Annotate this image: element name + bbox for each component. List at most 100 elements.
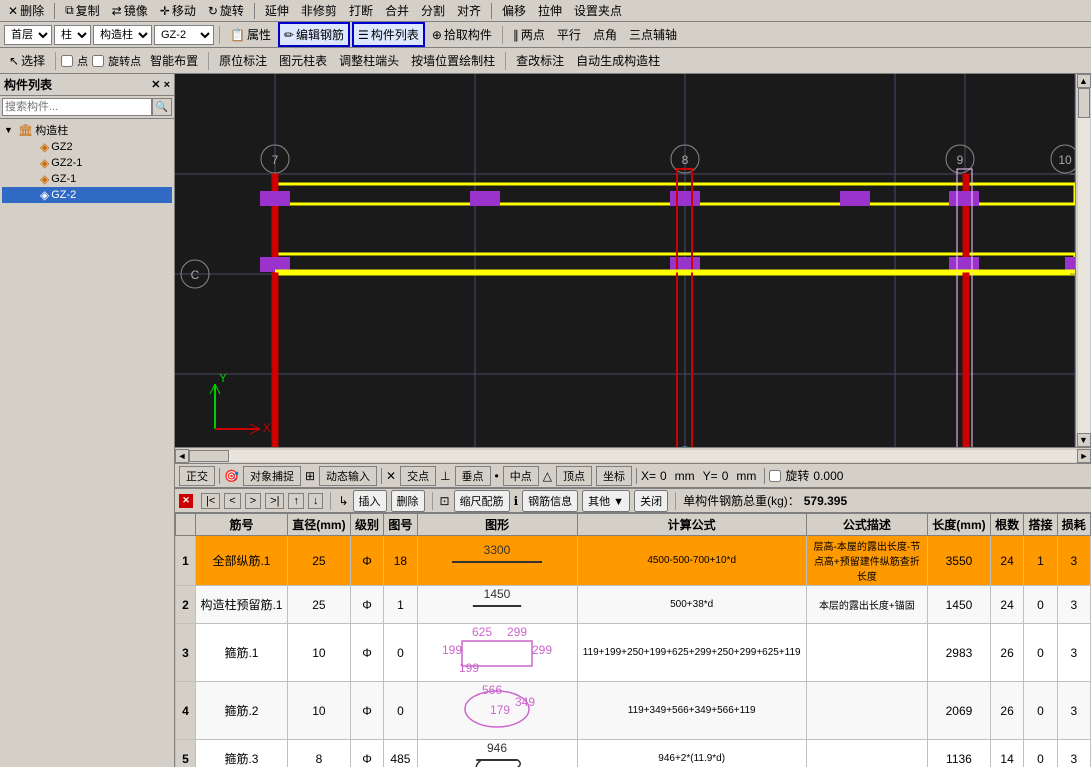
first-btn[interactable]: |< [201, 493, 220, 509]
code-select[interactable]: GZ-2 [154, 25, 214, 45]
scroll-right-btn[interactable]: ► [1077, 449, 1091, 463]
table-row[interactable]: 4 箍筋.2 10 Φ 0 566 179 349 119+349+566+34… [176, 682, 1091, 740]
pick-component-btn[interactable]: ⊕ 拾取构件 [427, 23, 497, 46]
insert-btn[interactable]: 插入 [353, 490, 387, 512]
point-angle-btn[interactable]: 点角 [588, 23, 622, 46]
grip-btn[interactable]: 设置夹点 [570, 1, 626, 20]
h-scroll-thumb[interactable] [189, 450, 229, 462]
next-btn[interactable]: > [245, 493, 261, 509]
sub-type-select[interactable]: 构造柱 [93, 25, 152, 45]
break-btn[interactable]: 打断 [345, 1, 377, 20]
y-label: Y= [703, 469, 718, 483]
panel-title: 构件列表 ✕ × [0, 74, 174, 96]
down-btn[interactable]: ↓ [308, 493, 324, 509]
tree-node-gz2-1[interactable]: ◈ GZ2-1 [2, 155, 172, 171]
element-type-select[interactable]: 柱 [54, 25, 91, 45]
scale-rebar-btn[interactable]: 缩尺配筋 [454, 490, 510, 512]
component-list-btn[interactable]: ☰ 构件列表 [352, 22, 425, 47]
up-btn[interactable]: ↑ [288, 493, 304, 509]
point-check[interactable] [61, 55, 73, 67]
rotate-point-check[interactable] [92, 55, 104, 67]
auto-generate-btn[interactable]: 自动生成构造柱 [571, 49, 665, 72]
scroll-down-btn[interactable]: ▼ [1077, 433, 1091, 447]
coord-btn[interactable]: 坐标 [596, 466, 632, 486]
two-point-btn[interactable]: ∥ 两点 [508, 23, 550, 46]
row-desc-2: 本层的露出长度+锚固 [806, 586, 927, 624]
rotate-check[interactable] [769, 470, 781, 482]
col-length: 长度(mm) [927, 514, 990, 536]
horizontal-scrollbar[interactable]: ◄ ► [175, 447, 1091, 463]
select-btn[interactable]: ↖ 选择 [4, 49, 50, 72]
smart-place-btn[interactable]: 智能布置 [145, 49, 203, 72]
property-btn[interactable]: 📋 属性 [225, 23, 276, 46]
scroll-left-btn[interactable]: ◄ [175, 449, 189, 463]
root-icon: 🏛 [18, 123, 33, 137]
search-input[interactable] [2, 98, 152, 116]
three-point-btn[interactable]: 三点辅轴 [624, 23, 682, 46]
close-panel-btn[interactable]: 关闭 [634, 490, 668, 512]
scroll-thumb[interactable] [1078, 88, 1090, 118]
tree-node-gz-1[interactable]: ◈ GZ-1 [2, 171, 172, 187]
delete-btn[interactable]: ✕ 删除 [4, 1, 48, 20]
perp-icon: ⊥ [440, 469, 450, 483]
offset-btn[interactable]: 偏移 [498, 1, 530, 20]
scroll-track[interactable] [1077, 88, 1091, 433]
h-scroll-track[interactable] [189, 450, 1077, 462]
extend-btn[interactable]: 延伸 [261, 1, 293, 20]
prev-btn[interactable]: < [224, 493, 240, 509]
move-btn[interactable]: ✛ 移动 [156, 1, 200, 20]
bottom-toolbar: ✕ |< < > >| ↑ ↓ ↳ 插入 删除 ⊡ 缩尺配筋 ℹ 钢筋信息 其他… [175, 489, 1091, 513]
search-button[interactable]: 🔍 [152, 98, 172, 116]
others-btn[interactable]: 其他 ▼ [582, 490, 630, 512]
tree-node-gz-2[interactable]: ◈ GZ-2 [2, 187, 172, 203]
table-row[interactable]: 2 构造柱预留筋.1 25 Φ 1 1450 500+38*d 本层的露出长度+… [176, 586, 1091, 624]
perpendicular-btn[interactable]: 垂点 [455, 466, 491, 486]
close-btn[interactable]: ✕ × [151, 78, 170, 91]
parallel-btn[interactable]: 平行 [552, 23, 586, 46]
element-column-table-btn[interactable]: 图元柱表 [274, 49, 332, 72]
div-total [675, 492, 676, 510]
stretch-btn[interactable]: 拉伸 [534, 1, 566, 20]
tree-node-gz2[interactable]: ◈ GZ2 [2, 139, 172, 155]
x-icon: ✕ [386, 469, 396, 483]
delete-row-btn[interactable]: 删除 [391, 490, 425, 512]
endpoint-btn[interactable]: 顶点 [556, 466, 592, 486]
row-grade-4: Φ [350, 682, 383, 740]
object-snap-btn[interactable]: 对象捕捉 [243, 466, 301, 486]
split-btn[interactable]: 分割 [417, 1, 449, 20]
check-annotation-btn[interactable]: 查改标注 [511, 49, 569, 72]
edit-rebar-btn[interactable]: ✏ 编辑钢筋 [278, 22, 350, 47]
trim-btn[interactable]: 非修剪 [297, 1, 341, 20]
svg-text:946: 946 [487, 742, 507, 755]
join-btn[interactable]: 合并 [381, 1, 413, 20]
rotate-btn[interactable]: ↻ 旋转 [204, 1, 248, 20]
dynamic-input-btn[interactable]: 动态输入 [319, 466, 377, 486]
table-row[interactable]: 1 全部纵筋.1 25 Φ 18 3300 4500-500-700+10*d … [176, 536, 1091, 586]
panel-close-red-btn[interactable]: ✕ [179, 494, 193, 508]
adjust-column-end-btn[interactable]: 调整柱端头 [334, 49, 404, 72]
table-row[interactable]: 5 箍筋.3 8 Φ 485 946 946+2*(11.9*d) 1136 1… [176, 740, 1091, 767]
align-btn[interactable]: 对齐 [453, 1, 485, 20]
ortho-btn[interactable]: 正交 [179, 466, 215, 486]
draw-column-btn[interactable]: 按墙位置绘制柱 [406, 49, 500, 72]
intersection-btn[interactable]: 交点 [400, 466, 436, 486]
status-sep4 [764, 468, 765, 484]
x-value: 0 [660, 469, 667, 483]
last-btn[interactable]: >| [265, 493, 284, 509]
vertical-scrollbar[interactable]: ▲ ▼ [1075, 74, 1091, 447]
svg-text:625: 625 [472, 626, 492, 639]
midpoint-btn[interactable]: 中点 [503, 466, 539, 486]
tree-root-node[interactable]: ▼ 🏛 构造柱 [2, 121, 172, 139]
mirror-btn[interactable]: ⇄ 镜像 [108, 1, 152, 20]
table-row[interactable]: 3 箍筋.1 10 Φ 0 625 299 199 299 199 119+19… [176, 624, 1091, 682]
copy-btn[interactable]: ⧉ 复制 [61, 1, 104, 20]
sep2 [254, 3, 255, 19]
rebar-info-btn[interactable]: 钢筋信息 [522, 490, 578, 512]
row-formula-4: 119+349+566+349+566+119 [577, 682, 806, 740]
left-panel: 构件列表 ✕ × 🔍 ▼ 🏛 构造柱 ◈ GZ2 ◈ GZ2-1 [0, 74, 175, 767]
row-count-2: 24 [990, 586, 1023, 624]
cad-canvas[interactable]: 7 8 9 10 7 [175, 74, 1075, 447]
inplace-annotation-btn[interactable]: 原位标注 [214, 49, 272, 72]
scroll-up-btn[interactable]: ▲ [1077, 74, 1091, 88]
floor-select[interactable]: 首层 [4, 25, 52, 45]
